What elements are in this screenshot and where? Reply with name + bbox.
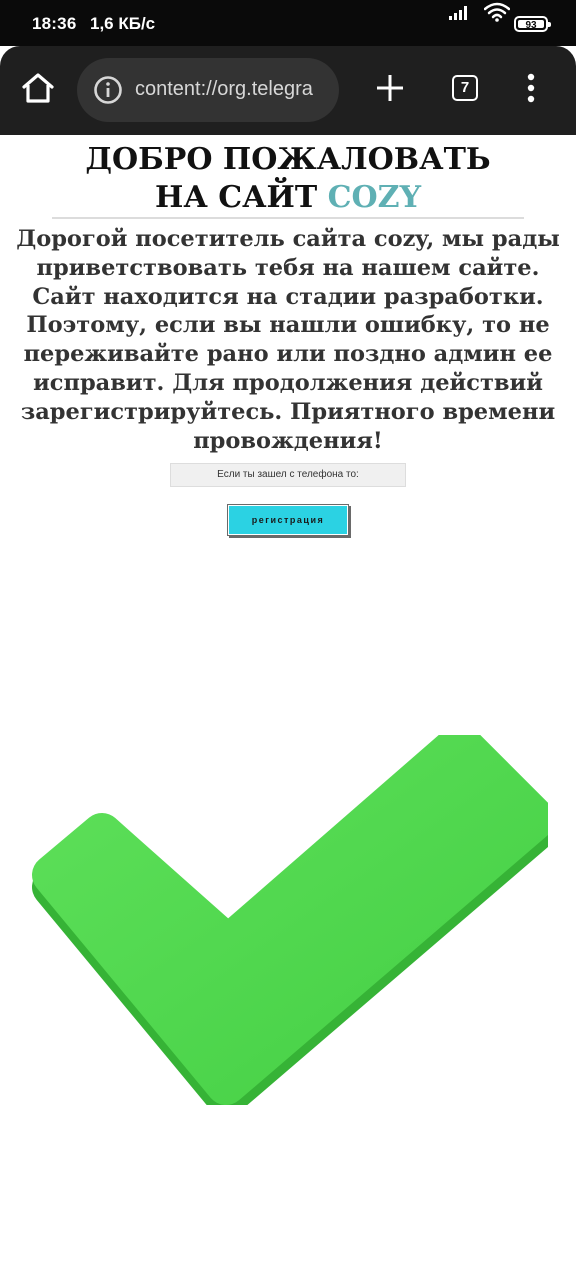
home-icon[interactable] (18, 68, 58, 108)
signal-icon (449, 6, 467, 20)
battery-fill: 93 (518, 20, 544, 31)
checkmark-icon (32, 735, 548, 1105)
web-page: ДОБРО ПОЖАЛОВАТЬ НА САЙТ COZY Дорогой по… (0, 135, 576, 1280)
status-time: 18:36 (32, 14, 77, 33)
brand-name: COZY (327, 180, 421, 215)
status-bar: 18:36 1,6 КБ/с 93 (0, 0, 576, 46)
network-speed: 1,6 КБ/с (90, 14, 156, 33)
plus-icon[interactable] (372, 70, 408, 106)
title-line-1: ДОБРО ПОЖАЛОВАТЬ (85, 142, 491, 177)
more-vert-icon[interactable] (518, 70, 544, 106)
page-title: ДОБРО ПОЖАЛОВАТЬ НА САЙТ COZY (0, 141, 576, 217)
address-bar[interactable]: content://org.telegra (77, 58, 339, 122)
tabs-icon[interactable]: 7 (452, 75, 478, 101)
battery-icon: 93 (514, 16, 551, 32)
welcome-text: Дорогой посетитель сайта cozy, мы рады п… (16, 226, 560, 454)
battery-level: 93 (525, 20, 537, 31)
phone-note: Если ты зашел с телефона то: (170, 463, 406, 487)
wifi-icon (484, 2, 510, 22)
browser-toolbar: content://org.telegra 7 (0, 46, 576, 135)
register-button[interactable]: регистрация (228, 505, 348, 535)
title-line-2: НА САЙТ COZY (0, 179, 576, 217)
title-prefix: НА САЙТ (155, 180, 318, 215)
title-divider (52, 217, 524, 219)
url-text: content://org.telegra (135, 78, 313, 100)
info-icon[interactable] (93, 75, 123, 105)
